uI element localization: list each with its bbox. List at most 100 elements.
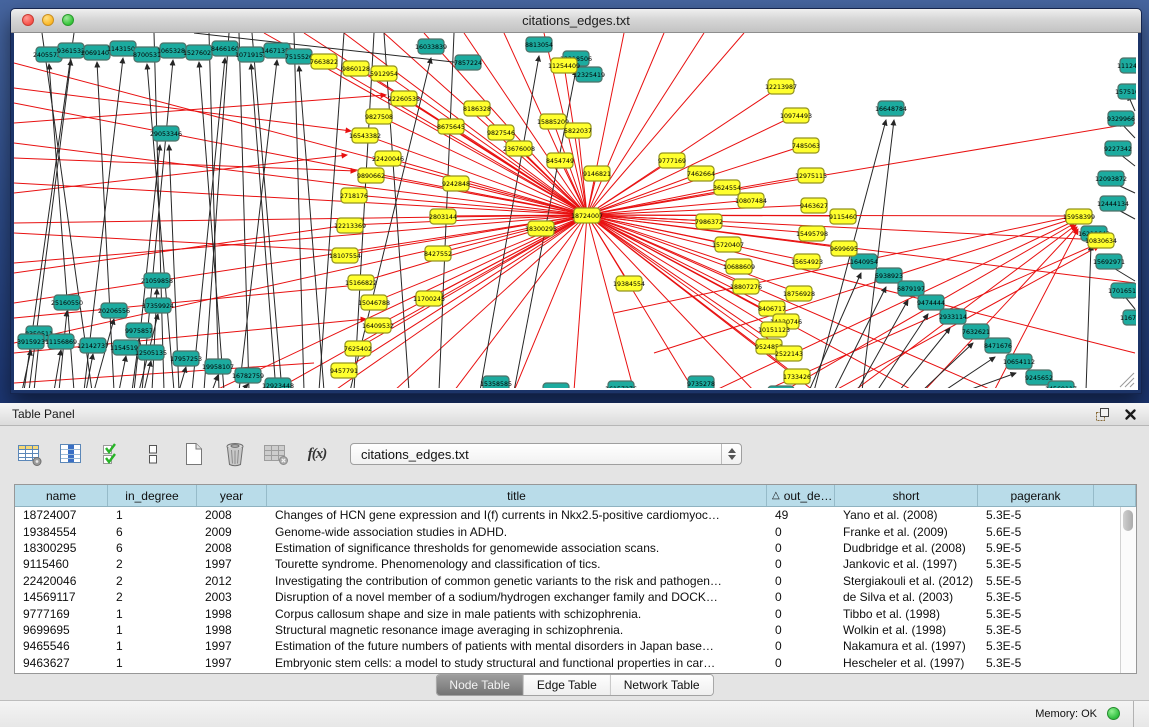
graph-node[interactable]: 2803144 (429, 209, 457, 224)
graph-node[interactable]: 18756928 (783, 286, 815, 301)
column-header-name[interactable]: name (15, 485, 108, 506)
graph-node[interactable]: 11254409 (548, 58, 580, 73)
graph-node[interactable]: 7485063 (792, 138, 820, 153)
graph-node[interactable]: 2718176 (340, 188, 368, 203)
graph-node[interactable]: 17016514 (1108, 283, 1136, 298)
scrollbar-thumb[interactable] (1123, 510, 1133, 531)
graph-node[interactable]: 9227342 (1104, 141, 1132, 156)
graph-node[interactable]: 16157276 (605, 381, 637, 388)
graph-node[interactable]: 3624554 (713, 180, 741, 195)
float-panel-icon[interactable] (1095, 407, 1110, 422)
memory-ok-indicator-icon[interactable] (1107, 707, 1120, 720)
graph-node[interactable]: 11156869 (45, 334, 77, 349)
graph-node[interactable]: 10974493 (780, 108, 812, 123)
graph-node[interactable]: 7663822 (310, 54, 338, 69)
graph-node[interactable]: 25160550 (51, 295, 83, 310)
graph-node[interactable]: 7986372 (695, 214, 723, 229)
citation-network-graph[interactable]: 1872400724055724936153220691406114315058… (14, 33, 1136, 388)
graph-node[interactable]: 18107554 (329, 248, 361, 263)
graph-node[interactable]: 16033839 (415, 39, 447, 54)
column-header-in_degree[interactable]: in_degree (108, 485, 197, 506)
column-header-short[interactable]: short (835, 485, 978, 506)
graph-node[interactable]: 23676008 (503, 141, 535, 156)
table-row[interactable]: 2242004622012Investigating the contribut… (15, 573, 1136, 589)
graph-node[interactable]: 18300295 (525, 221, 557, 236)
graph-node[interactable]: 12972816 (765, 386, 797, 388)
table-row[interactable]: 1456911722003Disruption of a novel membe… (15, 589, 1136, 605)
graph-node[interactable]: 9860128 (342, 61, 370, 76)
canvas-resize-grip[interactable] (1125, 378, 1134, 387)
graph-node[interactable]: 9827546 (487, 125, 515, 140)
tab-edge-table[interactable]: Edge Table (523, 675, 610, 695)
graph-node[interactable]: 8675645 (437, 119, 465, 134)
graph-node[interactable]: 16409532 (362, 318, 394, 333)
select-columns-icon[interactable] (98, 440, 126, 468)
graph-node[interactable]: 10830634 (1085, 233, 1117, 248)
graph-node[interactable]: 7462664 (687, 166, 715, 181)
graph-node[interactable]: 2933114 (939, 309, 967, 324)
graph-node[interactable]: 9777169 (658, 153, 686, 168)
graph-node[interactable]: 12444134 (1097, 196, 1129, 211)
graph-node[interactable]: 15720407 (712, 237, 744, 252)
graph-node[interactable]: 18724007 (571, 208, 603, 223)
graph-node[interactable]: 7632621 (962, 324, 990, 339)
graph-node[interactable]: 7857224 (454, 55, 482, 70)
minimize-window-button[interactable] (42, 14, 54, 26)
graph-node[interactable]: 11700245 (413, 291, 445, 306)
graph-node[interactable]: 16782759 (232, 368, 264, 383)
graph-node[interactable]: 15358585 (480, 376, 512, 388)
table-scrollbar[interactable] (1120, 507, 1136, 673)
graph-node[interactable]: 11124547 (1117, 58, 1136, 73)
network-view-window[interactable]: citations_edges.txt 18724007240557249361… (10, 8, 1142, 394)
graph-node[interactable]: 5938923 (875, 268, 903, 283)
graph-node[interactable]: 16648784 (875, 101, 907, 116)
table-row[interactable]: 969969511998Structural magnetic resonanc… (15, 622, 1136, 638)
graph-node[interactable]: 15692971 (1093, 254, 1125, 269)
graph-node[interactable]: 15495798 (796, 226, 828, 241)
graph-node[interactable]: 15166822 (345, 275, 377, 290)
graph-node[interactable]: 9474444 (917, 295, 945, 310)
graph-node[interactable]: 15885209 (537, 114, 569, 129)
tab-node-table[interactable]: Node Table (436, 675, 523, 695)
graph-node[interactable]: 9146821 (583, 166, 611, 181)
graph-node[interactable]: 22260538 (388, 91, 420, 106)
graph-node[interactable]: 11011147 (540, 383, 572, 388)
graph-node[interactable]: 2522143 (775, 346, 803, 361)
graph-node[interactable]: 14569117 (1045, 381, 1077, 388)
graph-node[interactable]: 16543382 (349, 128, 381, 143)
graph-node[interactable]: 12093872 (1095, 171, 1127, 186)
graph-node[interactable]: 1733426 (783, 369, 811, 384)
graph-node[interactable]: 15046788 (358, 295, 390, 310)
network-table-selector[interactable]: citations_edges.txt (350, 443, 742, 465)
graph-node[interactable]: 29053346 (150, 126, 182, 141)
selector-stepper-icon[interactable] (721, 444, 741, 464)
graph-node[interactable]: 7515526 (285, 49, 313, 64)
graph-node[interactable]: 9463627 (800, 198, 828, 213)
graph-node[interactable]: 12213369 (334, 218, 366, 233)
graph-node[interactable]: 12975115 (795, 168, 827, 183)
column-header-title[interactable]: title (267, 485, 767, 506)
graph-node[interactable]: 5912954 (370, 66, 398, 81)
graph-node[interactable]: 10151123 (758, 322, 790, 337)
table-row[interactable]: 946554611997Estimation of the future num… (15, 638, 1136, 654)
table-body[interactable]: 1872400712008Changes of HCN gene express… (15, 507, 1136, 673)
table-row[interactable]: 1938455462009Genome-wide association stu… (15, 523, 1136, 539)
new-column-icon[interactable] (180, 440, 208, 468)
graph-node[interactable]: 8471676 (984, 338, 1012, 353)
graph-node[interactable]: 9242848 (442, 176, 470, 191)
row-height-icon[interactable] (139, 440, 167, 468)
table-row[interactable]: 911546021997Tourette syndrome. Phenomeno… (15, 556, 1136, 572)
window-titlebar[interactable]: citations_edges.txt (11, 9, 1141, 33)
graph-node[interactable]: 12505135 (135, 345, 167, 360)
graph-node[interactable]: 9975857 (125, 323, 153, 338)
graph-node[interactable]: 18807276 (730, 279, 762, 294)
graph-node[interactable]: 10807484 (735, 193, 767, 208)
graph-node[interactable]: 10654112 (1003, 354, 1035, 369)
table-row[interactable]: 977716911998Corpus callosum shape and si… (15, 605, 1136, 621)
column-header-out_de[interactable]: △out_de… (767, 485, 835, 506)
graph-node[interactable]: 5822037 (564, 123, 592, 138)
graph-node[interactable]: 15751074 (1115, 84, 1136, 99)
close-panel-icon[interactable] (1124, 408, 1137, 421)
graph-node[interactable]: 8186328 (463, 101, 491, 116)
graph-node[interactable]: 6879197 (897, 281, 925, 296)
